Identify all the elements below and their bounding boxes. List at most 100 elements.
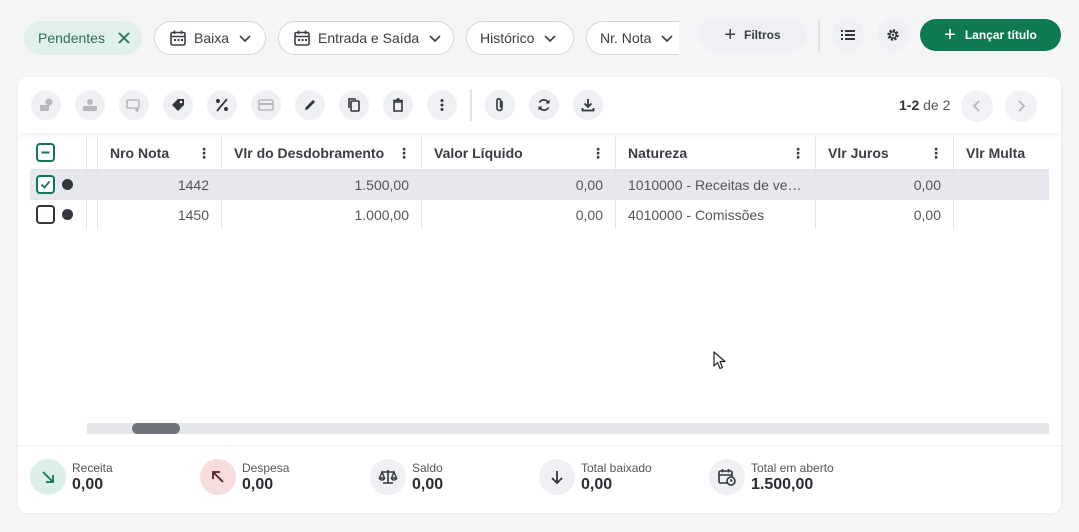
percent-button[interactable] (207, 90, 237, 120)
column-title-natureza: Natureza (628, 145, 688, 161)
tag-button[interactable] (163, 90, 193, 120)
summary-receita-value: 0,00 (72, 475, 104, 493)
table-row[interactable]: 1442 1.500,00 0,00 1010000 - Receitas de… (30, 170, 1049, 200)
baixar-lote-button[interactable] (75, 90, 105, 120)
cell-vlr-multa[interactable] (953, 170, 1049, 199)
plus-icon: + (724, 24, 736, 46)
more-button[interactable] (427, 90, 457, 120)
list-view-button[interactable] (832, 19, 864, 51)
calendar-icon (293, 29, 311, 47)
summary-saldo: Saldo 0,00 (370, 459, 443, 495)
column-menu-icon[interactable]: ⋮ (929, 145, 943, 162)
column-header-valor-liquido[interactable]: Valor Líquido ⋮ (421, 137, 615, 169)
row-separator (86, 170, 87, 199)
cell-vlr-multa[interactable] (953, 200, 1049, 229)
column-header-nro-nota[interactable]: Nro Nota ⋮ (97, 137, 221, 169)
arrow-down-right-icon (30, 459, 66, 495)
cell-valor-liquido[interactable]: 0,00 (421, 170, 615, 199)
cell-valor-liquido-text: 0,00 (575, 206, 603, 223)
cell-natureza[interactable]: 4010000 - Comissões (615, 200, 815, 229)
next-page-button[interactable] (1005, 90, 1037, 122)
row-checkbox[interactable] (36, 205, 55, 224)
filter-chip-baixa[interactable]: Baixa (154, 21, 266, 55)
row-separator (86, 200, 87, 229)
edit-button[interactable] (295, 90, 325, 120)
cell-vlr-juros[interactable]: 0,00 (815, 170, 953, 199)
summary-despesa: Despesa 0,00 (200, 459, 289, 495)
cell-vlr-desdobramento[interactable]: 1.000,00 (221, 200, 421, 229)
filter-chip-baixa-label: Baixa (194, 30, 230, 46)
summary-total-em-aberto: Total em aberto 1.500,00 (709, 459, 834, 495)
summary-total-baixado-label: Total baixado (581, 460, 652, 475)
column-menu-icon[interactable]: ⋮ (397, 145, 411, 162)
filter-chip-nr-nota-label: Nr. Nota (600, 30, 652, 46)
calendar-icon (169, 29, 187, 47)
delete-button[interactable] (383, 90, 413, 120)
table-row[interactable]: 1450 1.000,00 0,00 4010000 - Comissões 0… (30, 200, 1049, 229)
baixar-icon (38, 97, 54, 113)
summary-saldo-value: 0,00 (412, 475, 444, 493)
pagination-range: 1-2 (899, 97, 920, 113)
chevron-right-icon (1014, 99, 1028, 113)
attach-button[interactable] (485, 90, 515, 120)
filter-chip-entrada-saida[interactable]: Entrada e Saída (278, 21, 454, 55)
cell-nro-nota[interactable]: 1450 (97, 200, 221, 229)
row-checkbox[interactable] (36, 175, 55, 194)
column-header-natureza[interactable]: Natureza ⋮ (615, 137, 815, 169)
status-dot (62, 179, 73, 190)
cell-natureza[interactable]: 1010000 - Receitas de vendas (615, 170, 815, 199)
card-button[interactable] (251, 90, 281, 120)
chevron-down-icon (237, 30, 253, 46)
table-header: Nro Nota ⋮ Vlr do Desdobramento ⋮ Valor … (30, 137, 1049, 170)
filter-chip-historico[interactable]: Histórico (466, 21, 574, 55)
close-icon[interactable] (117, 31, 131, 45)
filter-chip-nr-nota[interactable]: Nr. Nota (586, 21, 679, 55)
pagination-total: 2 (942, 97, 951, 113)
column-header-vlr-juros[interactable]: Vlr Juros ⋮ (815, 137, 953, 169)
summary-total-baixado-value: 0,00 (581, 475, 613, 493)
add-row-button[interactable] (119, 90, 149, 120)
filter-bar: Pendentes Baixa Entrada e Saída Históric… (24, 19, 1061, 55)
lancar-titulo-button[interactable]: + Lançar título (920, 19, 1061, 51)
refresh-button[interactable] (529, 90, 559, 120)
list-icon (840, 27, 856, 43)
column-header-vlr-multa[interactable]: Vlr Multa (953, 137, 1049, 169)
copy-button[interactable] (339, 90, 369, 120)
column-menu-icon[interactable]: ⋮ (591, 145, 605, 162)
column-title-valor-liquido: Valor Líquido (434, 145, 523, 161)
column-menu-icon[interactable]: ⋮ (791, 145, 805, 162)
cell-vlr-juros-text: 0,00 (913, 176, 941, 193)
cell-vlr-desdobramento-text: 1.500,00 (354, 176, 410, 193)
horizontal-scrollbar[interactable] (87, 423, 1049, 434)
filters-button[interactable]: + Filtros (699, 19, 806, 51)
cell-valor-liquido-text: 0,00 (575, 176, 603, 193)
cell-natureza-text: 4010000 - Comissões (628, 206, 765, 223)
filter-chip-pendentes[interactable]: Pendentes (24, 21, 142, 55)
totals-summary: Receita 0,00 Despesa 0,00 Saldo 0,00 Tot… (18, 445, 1061, 513)
delete-icon (390, 97, 406, 113)
baixar-button[interactable] (31, 90, 61, 120)
download-button[interactable] (573, 90, 603, 120)
prev-page-button[interactable] (961, 90, 993, 122)
cell-vlr-desdobramento[interactable]: 1.500,00 (221, 170, 421, 199)
column-title-vlr-multa: Vlr Multa (966, 145, 1026, 161)
cell-nro-nota[interactable]: 1442 (97, 170, 221, 199)
arrow-down-icon (539, 459, 575, 495)
cell-vlr-desdobramento-text: 1.000,00 (354, 206, 410, 223)
column-header-vlr-desdobramento[interactable]: Vlr do Desdobramento ⋮ (221, 137, 421, 169)
divider (470, 89, 472, 121)
cell-vlr-juros-text: 0,00 (913, 206, 941, 223)
scrollbar-thumb[interactable] (132, 423, 180, 434)
pagination-of: de (923, 97, 939, 113)
column-menu-icon[interactable]: ⋮ (197, 145, 211, 162)
settings-button[interactable] (877, 19, 909, 51)
cell-vlr-juros[interactable]: 0,00 (815, 200, 953, 229)
summary-despesa-value: 0,00 (242, 475, 274, 493)
cell-valor-liquido[interactable]: 0,00 (421, 200, 615, 229)
select-all-checkbox[interactable] (36, 143, 55, 162)
summary-total-em-aberto-value: 1.500,00 (751, 475, 814, 493)
calendar-clock-icon (709, 459, 745, 495)
attach-icon (492, 97, 508, 113)
titles-table: Nro Nota ⋮ Vlr do Desdobramento ⋮ Valor … (30, 137, 1049, 229)
filter-chip-historico-label: Histórico (480, 30, 535, 46)
